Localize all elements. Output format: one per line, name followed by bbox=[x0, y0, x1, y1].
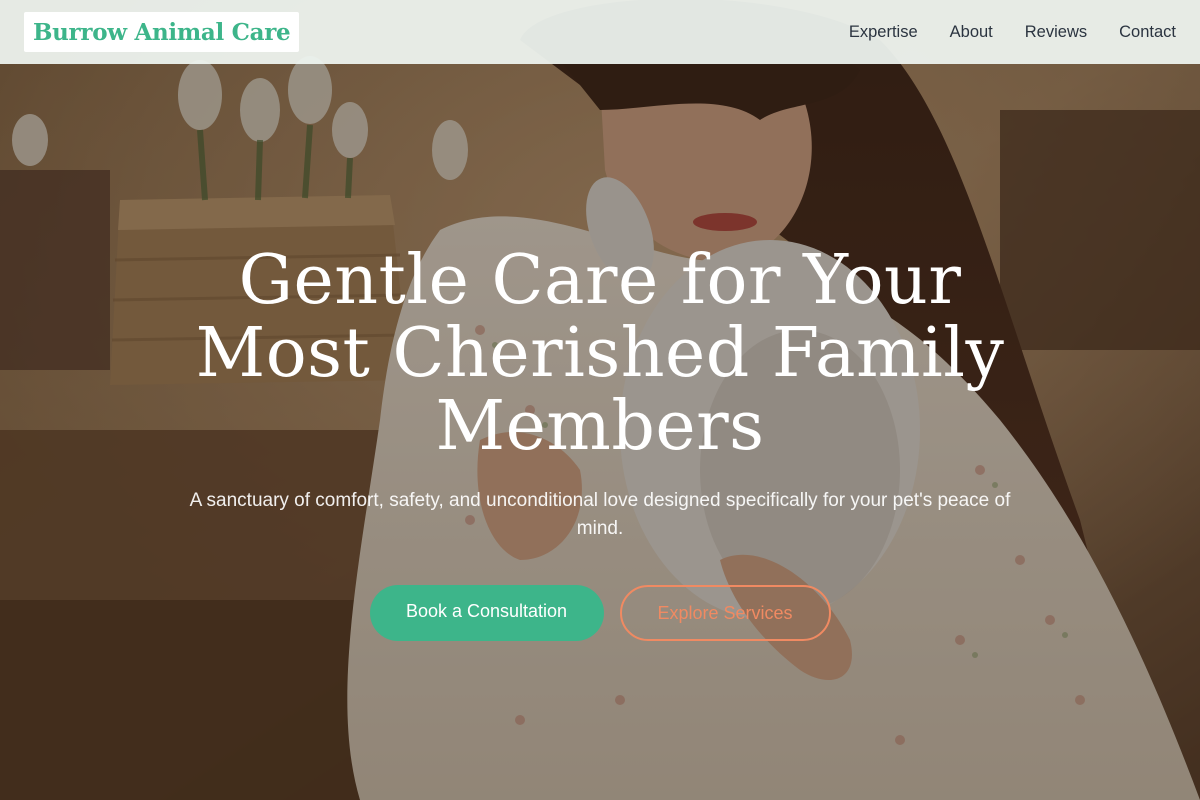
nav-link-contact[interactable]: Contact bbox=[1119, 23, 1176, 42]
main-nav: Expertise About Reviews Contact bbox=[849, 23, 1176, 42]
book-consultation-button[interactable]: Book a Consultation bbox=[369, 585, 604, 641]
nav-link-about[interactable]: About bbox=[950, 23, 993, 42]
explore-services-button[interactable]: Explore Services bbox=[619, 585, 831, 641]
hero-cta-row: Book a Consultation Explore Services bbox=[369, 585, 831, 641]
nav-link-expertise[interactable]: Expertise bbox=[849, 23, 918, 42]
hero-subtitle: A sanctuary of comfort, safety, and unco… bbox=[189, 490, 1011, 539]
site-header: Burrow Animal Care Expertise About Revie… bbox=[0, 0, 1200, 64]
hero-section: Gentle Care for Your Most Cherished Fami… bbox=[0, 244, 1200, 641]
landing-page: Burrow Animal Care Expertise About Revie… bbox=[0, 0, 1200, 800]
hero-title: Gentle Care for Your Most Cherished Fami… bbox=[195, 241, 1005, 466]
site-logo[interactable]: Burrow Animal Care bbox=[24, 12, 300, 52]
nav-link-reviews[interactable]: Reviews bbox=[1025, 23, 1087, 42]
